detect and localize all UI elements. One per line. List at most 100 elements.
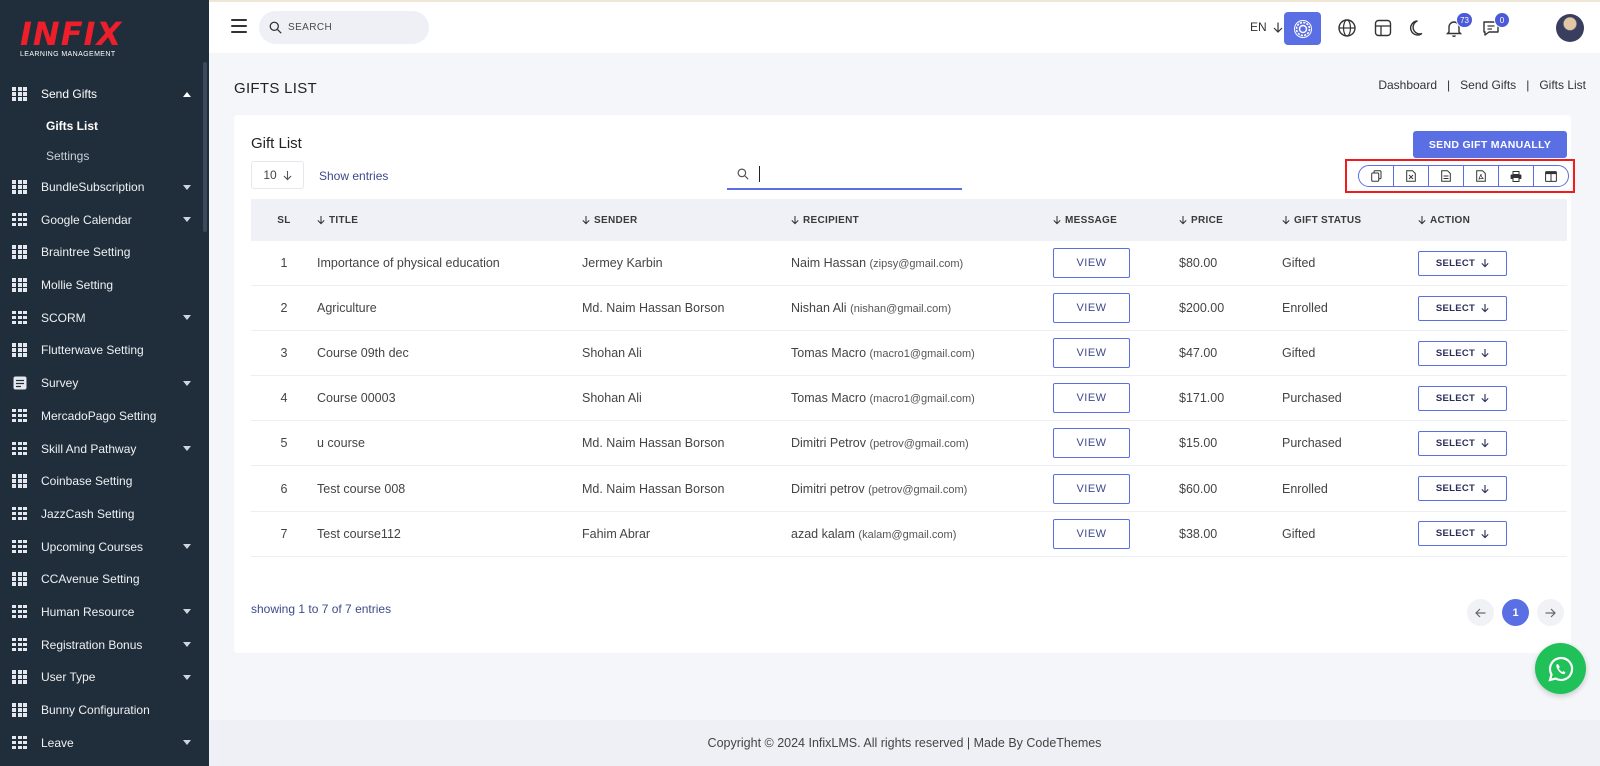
breadcrumb-separator: | [1526, 78, 1530, 92]
whatsapp-button[interactable] [1535, 643, 1586, 694]
menu-toggle-icon[interactable] [231, 19, 247, 33]
view-message-button[interactable]: VIEW [1053, 428, 1130, 459]
sidebar-item-google-calendar[interactable]: Google Calendar [0, 203, 209, 236]
sidebar-item-mercadopago-setting[interactable]: MercadoPago Setting [0, 400, 209, 433]
next-page-button[interactable] [1537, 599, 1564, 626]
globe-icon[interactable] [1335, 16, 1359, 40]
sidebar-item-coinbase-setting[interactable]: Coinbase Setting [0, 465, 209, 498]
breadcrumb-dashboard[interactable]: Dashboard [1378, 78, 1437, 92]
sidebar-item-ccavenue-setting[interactable]: CCAvenue Setting [0, 563, 209, 596]
print-button[interactable] [1499, 166, 1534, 186]
header-recipient[interactable]: RECIPIENT [791, 215, 1053, 226]
header-price[interactable]: PRICE [1179, 215, 1282, 226]
arrow-down-icon [1481, 529, 1489, 539]
sidebar-item-registration-bonus[interactable]: Registration Bonus [0, 628, 209, 661]
pdf-export-button[interactable] [1464, 166, 1499, 186]
sidebar-item-label: MercadoPago Setting [41, 408, 157, 423]
global-search-input[interactable]: SEARCH [259, 11, 429, 44]
action-select-button[interactable]: SELECT [1418, 476, 1507, 502]
grid-icon [12, 441, 28, 456]
sidebar-item-flutterwave-setting[interactable]: Flutterwave Setting [0, 334, 209, 367]
layout-icon[interactable] [1371, 16, 1395, 40]
caret-down-icon [183, 609, 191, 615]
language-select[interactable]: EN [1250, 20, 1283, 34]
cell-title: Test course 008 [317, 481, 406, 496]
view-message-button[interactable]: VIEW [1053, 383, 1130, 414]
table-row: 7 Test course112 Fahim Abrar azad kalam (ka… [251, 512, 1567, 557]
notifications-button[interactable]: 73 [1442, 12, 1473, 40]
header-message[interactable]: MESSAGE [1053, 215, 1179, 226]
page-button-current[interactable]: 1 [1502, 599, 1529, 626]
sidebar-item-upcoming-courses[interactable]: Upcoming Courses [0, 530, 209, 563]
select-label: SELECT [1435, 392, 1476, 404]
messages-button[interactable]: 0 [1479, 12, 1510, 40]
grid-icon [12, 343, 28, 357]
entries-per-page-select[interactable]: 10 [251, 161, 304, 189]
table-body: 1 Importance of physical education Jermey … [251, 241, 1567, 557]
action-select-button[interactable]: SELECT [1418, 385, 1507, 411]
breadcrumb-send-gifts[interactable]: Send Gifts [1460, 78, 1516, 92]
arrow-down-icon [1481, 484, 1489, 493]
sidebar-subitem-settings[interactable]: Settings [0, 141, 209, 171]
caret-up-icon [183, 91, 191, 97]
table-row: 4 Course 00003 Shohan Ali Tomas Macro (macr… [251, 376, 1567, 422]
csv-export-button[interactable] [1429, 166, 1464, 186]
pdf-file-icon [1476, 170, 1486, 182]
cell-price: $200.00 [1179, 301, 1225, 316]
view-message-button[interactable]: VIEW [1053, 473, 1130, 504]
header-gift-status[interactable]: GIFT STATUS [1282, 215, 1418, 226]
cell-action: SELECT [1418, 430, 1567, 456]
sidebar-item-user-type[interactable]: User Type [0, 661, 209, 694]
header-title-label: TITLE [329, 214, 359, 226]
view-message-button[interactable]: VIEW [1053, 293, 1130, 324]
previous-page-button[interactable] [1467, 599, 1494, 626]
sidebar-item-jazzcash-setting[interactable]: JazzCash Setting [0, 498, 209, 531]
grid-icon [12, 604, 28, 619]
view-message-button[interactable]: VIEW [1053, 248, 1130, 279]
gift-list-card: Gift List SEND GIFT MANUALLY 10 Show ent… [234, 115, 1575, 653]
sidebar-item-leave[interactable]: Leave [0, 726, 209, 759]
dark-mode-icon[interactable] [1406, 16, 1430, 40]
settings-button[interactable] [1284, 12, 1321, 45]
grid-icon [12, 408, 28, 423]
cell-recipient: azad kalam (kalam@gmail.com) [791, 527, 1053, 541]
header-sl[interactable]: SL [251, 215, 317, 226]
recipient-name: Nishan Ali [791, 301, 847, 316]
grid-icon [12, 180, 28, 194]
sidebar-item-survey[interactable]: Survey [0, 367, 209, 400]
header-title[interactable]: TITLE [317, 215, 582, 226]
avatar[interactable] [1556, 14, 1584, 42]
excel-export-button[interactable] [1394, 166, 1429, 186]
action-select-button[interactable]: SELECT [1418, 295, 1507, 321]
sidebar-item-bunny-configuration[interactable]: Bunny Configuration [0, 694, 209, 727]
export-highlight-box [1345, 159, 1575, 193]
sidebar-item-skill-and-pathway[interactable]: Skill And Pathway [0, 432, 209, 465]
view-message-button[interactable]: VIEW [1053, 338, 1130, 369]
column-visibility-button[interactable] [1534, 166, 1568, 186]
caret-down-icon [183, 380, 191, 386]
sort-arrow-icon [1282, 216, 1290, 225]
action-select-button[interactable]: SELECT [1418, 521, 1507, 547]
table-search-input[interactable] [727, 159, 962, 190]
cell-recipient: Tomas Macro (macro1@gmail.com) [791, 346, 1053, 360]
sidebar-subitem-gifts-list[interactable]: Gifts List [0, 111, 209, 141]
sidebar-item-mollie-setting[interactable]: Mollie Setting [0, 269, 209, 302]
action-select-button[interactable]: SELECT [1418, 430, 1507, 456]
sidebar-item-label: Skill And Pathway [41, 441, 137, 456]
action-select-button[interactable]: SELECT [1418, 250, 1507, 276]
sidebar-item-human-resource[interactable]: Human Resource [0, 596, 209, 629]
copy-button[interactable] [1359, 166, 1394, 186]
header-action[interactable]: ACTION [1418, 215, 1567, 226]
cell-sl: 7 [280, 526, 288, 541]
sidebar-item-scorm[interactable]: SCORM [0, 301, 209, 334]
header-sender[interactable]: SENDER [582, 215, 791, 226]
logo[interactable]: INFIX LEARNING MANAGEMENT [20, 18, 122, 58]
breadcrumb: Dashboard | Send Gifts | Gifts List [1378, 78, 1586, 92]
view-message-button[interactable]: VIEW [1053, 518, 1130, 549]
action-select-button[interactable]: SELECT [1418, 340, 1507, 366]
sidebar-item-send-gifts[interactable]: Send Gifts [0, 78, 209, 111]
send-gift-manually-button[interactable]: SEND GIFT MANUALLY [1413, 131, 1567, 158]
sidebar-item-braintree-setting[interactable]: Braintree Setting [0, 236, 209, 269]
sidebar-item-label: CCAvenue Setting [41, 572, 140, 587]
sidebar-item-bundlesubscription[interactable]: BundleSubscription [0, 171, 209, 204]
